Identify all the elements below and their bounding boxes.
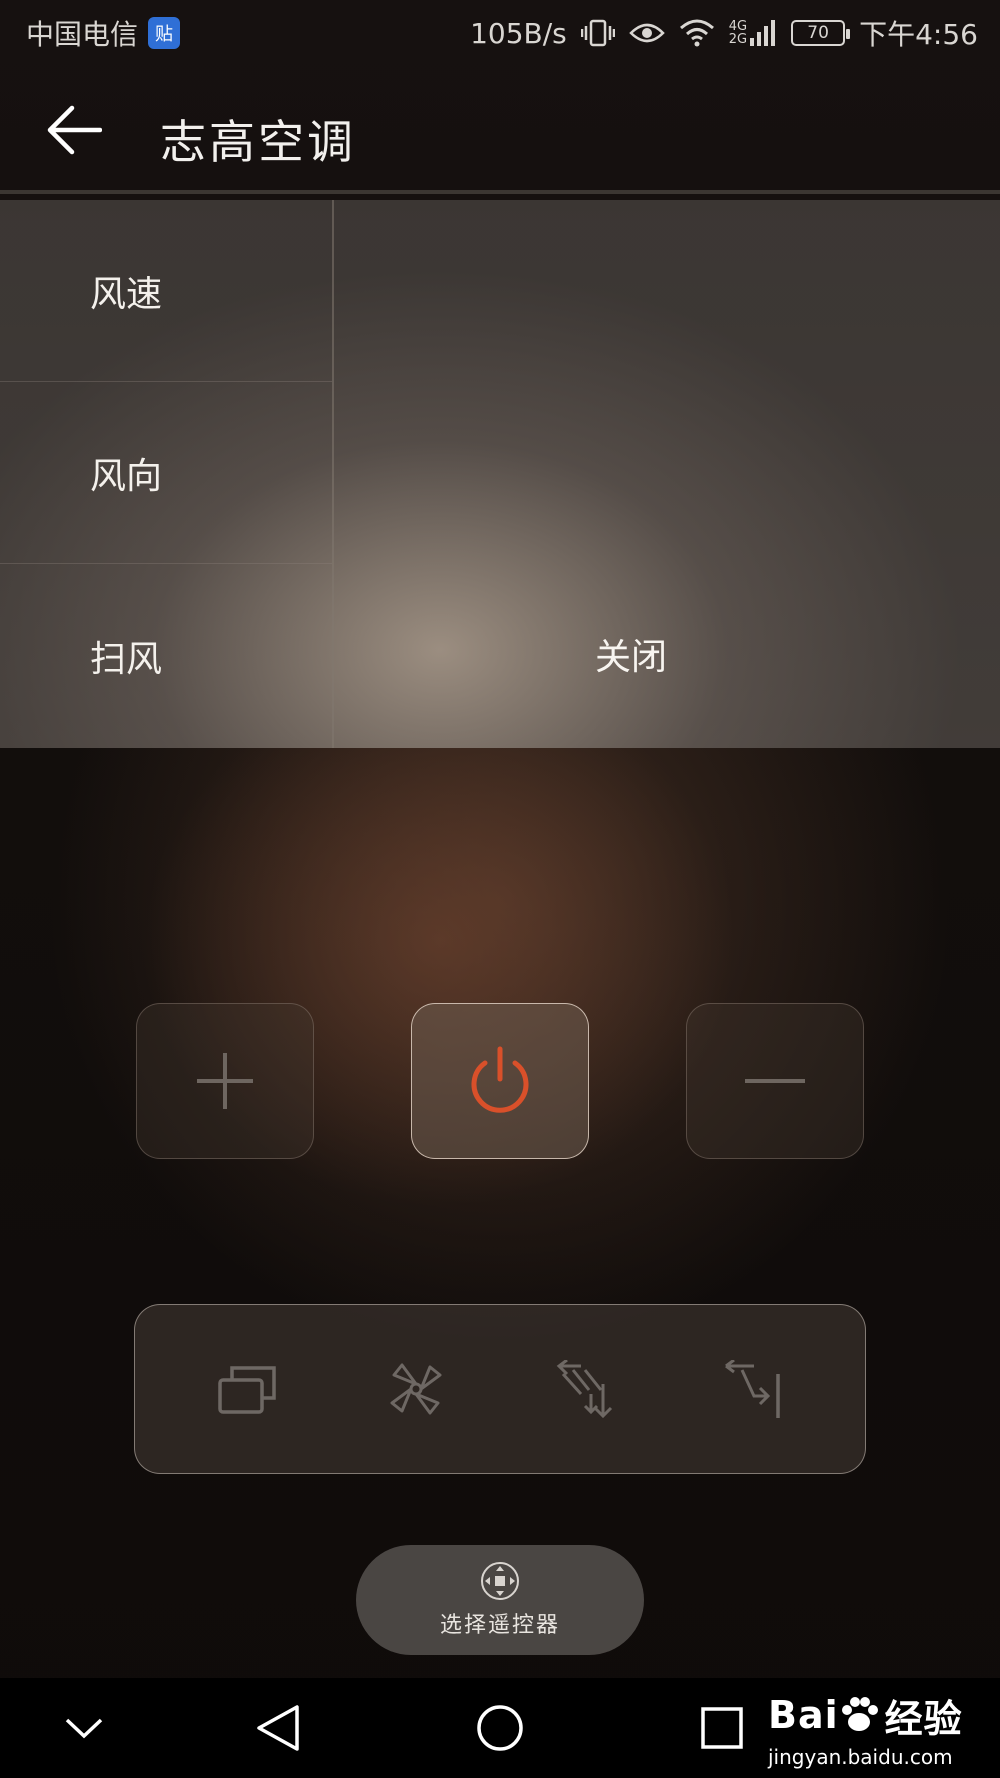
page-title: 志高空调: [160, 115, 356, 169]
settings-item-wind-direction[interactable]: 风向: [0, 382, 332, 564]
settings-item-label: 风向: [90, 455, 163, 497]
network-speed: 105B/s: [470, 16, 567, 50]
watermark-url: jingyan.baidu.com: [768, 1744, 953, 1769]
plus-icon: [197, 1053, 253, 1109]
status-right: 105B/s 4G 2G 70 下午4:56: [470, 13, 978, 53]
swing-direction-button[interactable]: [529, 1334, 639, 1444]
fan-button[interactable]: [361, 1334, 471, 1444]
select-remote-label: 选择遥控器: [439, 1613, 560, 1638]
watermark-logo: Bai 经验: [768, 1688, 963, 1743]
carrier-name: 中国电信: [26, 18, 139, 51]
paw-icon: [841, 1697, 878, 1731]
hide-nav-button[interactable]: [44, 1700, 124, 1756]
settings-item-fan-speed[interactable]: 风速: [0, 200, 332, 382]
decrease-button[interactable]: [686, 1003, 864, 1159]
status-left: 中国电信 贴: [26, 13, 181, 53]
clock: 下午4:56: [859, 18, 978, 51]
back-arrow-icon: [47, 105, 102, 155]
settings-list: 风速 风向 扫风: [0, 200, 334, 748]
settings-item-label: 风速: [90, 273, 163, 315]
sweep-icon: [724, 1360, 780, 1418]
settings-value-off[interactable]: 关闭: [595, 628, 667, 680]
network-type-bottom: 2G: [728, 32, 748, 47]
battery-level: 70: [807, 23, 829, 43]
watermark-logo-suffix: 经验: [884, 1696, 963, 1741]
settings-item-swing[interactable]: 扫风: [0, 564, 332, 748]
wifi-icon: [679, 19, 715, 47]
nav-recent-button[interactable]: [682, 1700, 762, 1756]
power-icon: [471, 1046, 529, 1113]
mode-toolbar: [134, 1304, 866, 1474]
sweep-button[interactable]: [698, 1334, 808, 1444]
nav-back-button[interactable]: [238, 1700, 318, 1756]
circle-home-icon: [477, 1705, 523, 1751]
fan-icon: [390, 1363, 442, 1415]
mode-button[interactable]: [192, 1334, 302, 1444]
settings-item-label: 扫风: [90, 639, 163, 680]
baidu-jingyan-watermark: Bai 经验 jingyan.baidu.com: [768, 1678, 968, 1778]
square-recent-icon: [701, 1707, 743, 1749]
nav-home-button[interactable]: [460, 1700, 540, 1756]
eye-comfort-icon: [628, 20, 665, 46]
signal-icon: 4G 2G: [729, 18, 777, 48]
app-header: 志高空调: [0, 66, 1000, 194]
settings-panel: 风速 风向 扫风 关闭: [0, 200, 1000, 748]
select-remote-button[interactable]: 选择遥控器: [356, 1545, 644, 1655]
watermark-logo-prefix: Bai: [768, 1693, 839, 1737]
carrier-badge-icon: 贴: [148, 17, 181, 49]
vibrate-icon: [580, 18, 615, 48]
chevron-down-icon: [65, 1718, 103, 1739]
increase-button[interactable]: [136, 1003, 314, 1159]
status-bar: 中国电信 贴 105B/s 4G 2G 70 下午4:56: [0, 0, 1000, 66]
power-button[interactable]: [411, 1003, 589, 1159]
battery-icon: 70: [791, 20, 851, 46]
mode-icon: [218, 1366, 276, 1414]
triangle-back-icon: [257, 1705, 299, 1751]
minus-icon: [745, 1079, 805, 1083]
back-button[interactable]: [44, 102, 104, 158]
remote-dpad-icon: [481, 1562, 519, 1600]
swing-direction-icon: [556, 1360, 613, 1418]
